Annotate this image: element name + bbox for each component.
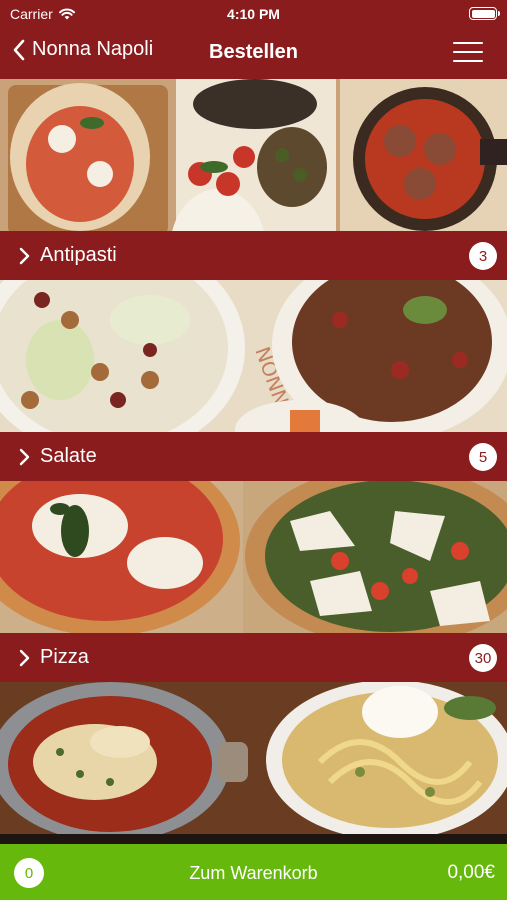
category-antipasti[interactable]: Antipasti 3 xyxy=(0,231,507,280)
status-bar: Carrier 4:10 PM xyxy=(0,0,507,28)
navigation-bar: Nonna Napoli Bestellen xyxy=(0,28,507,79)
hamburger-menu-icon[interactable] xyxy=(453,40,483,64)
item-count-badge: 3 xyxy=(469,242,497,270)
item-count-badge: 30 xyxy=(469,644,497,672)
category-label: Salate xyxy=(40,445,97,467)
battery-icon xyxy=(469,7,500,20)
pasta-image xyxy=(0,682,507,834)
cart-bar[interactable]: 0 Zum Warenkorb 0,00€ xyxy=(0,844,507,900)
category-list: Antipasti 3 NONNA NAPOLI Salate 5 xyxy=(0,79,507,834)
page-title: Bestellen xyxy=(209,41,298,63)
salate-photo[interactable]: NONNA NAPOLI xyxy=(0,280,507,432)
cart-label: Zum Warenkorb xyxy=(189,863,318,883)
category-pizza[interactable]: Pizza 30 xyxy=(0,633,507,682)
salate-image: NONNA NAPOLI xyxy=(0,280,507,432)
header: Carrier 4:10 PM Nonna Napoli Bestellen xyxy=(0,0,507,79)
category-salate[interactable]: Salate 5 xyxy=(0,432,507,481)
category-label: Pizza xyxy=(40,646,89,668)
chevron-right-icon xyxy=(19,448,30,465)
chevron-right-icon xyxy=(19,649,30,666)
pasta-photo[interactable] xyxy=(0,682,507,834)
antipasti-photo[interactable] xyxy=(0,79,507,231)
antipasti-image xyxy=(0,79,507,231)
category-label: Antipasti xyxy=(40,244,117,266)
pizza-image xyxy=(0,481,507,633)
chevron-right-icon xyxy=(19,247,30,264)
cart-total: 0,00€ xyxy=(447,862,495,883)
pizza-photo[interactable] xyxy=(0,481,507,633)
item-count-badge: 5 xyxy=(469,443,497,471)
status-time: 4:10 PM xyxy=(227,6,280,22)
